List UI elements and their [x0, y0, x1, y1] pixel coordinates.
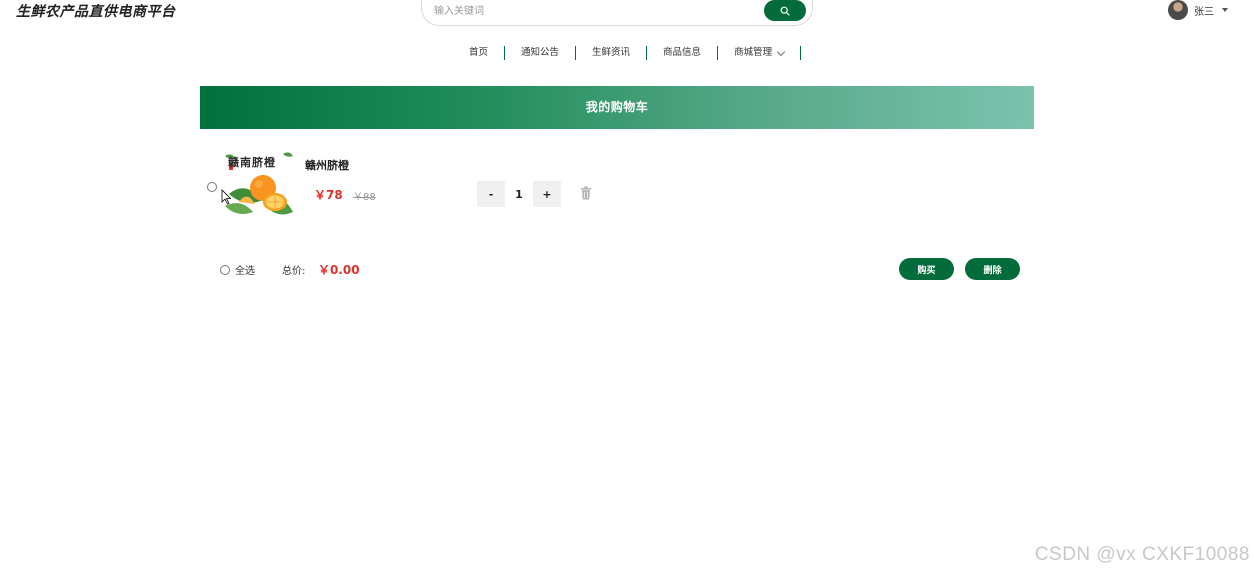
delete-button[interactable]: 删除 — [965, 258, 1020, 280]
cart-page: 生鲜农产品直供电商平台 张三 首页 通知公告 生鲜资讯 商品信息 商城管理 — [0, 0, 1254, 574]
product-name[interactable]: 赣州脐橙 — [305, 157, 349, 173]
quantity-stepper: - 1 + — [477, 181, 561, 207]
product-image-caption: 赣南脐橙 — [228, 156, 276, 169]
watermark: CSDN @vx CXKF10088 — [1034, 544, 1250, 565]
select-all-label: 全选 — [235, 266, 255, 277]
nav-item-label: 商品信息 — [663, 47, 702, 58]
increase-quantity-button[interactable]: + — [533, 181, 561, 207]
nav-item-home[interactable]: 首页 — [453, 46, 506, 60]
caret-down-icon — [1222, 8, 1228, 12]
nav-item-notices[interactable]: 通知公告 — [505, 46, 577, 60]
item-select-radio[interactable] — [207, 182, 217, 192]
avatar — [1168, 0, 1188, 20]
trash-icon[interactable] — [580, 186, 592, 200]
mouse-cursor-icon — [221, 189, 231, 205]
nav-item-mall-management[interactable]: 商城管理 — [718, 46, 802, 60]
search-bar — [421, 0, 813, 26]
nav-item-news[interactable]: 生鲜资讯 — [576, 46, 648, 60]
product-image[interactable]: 赣南脐橙 — [223, 150, 295, 222]
cart-title-banner: 我的购物车 — [200, 86, 1034, 129]
search-icon — [780, 6, 790, 16]
quantity-input[interactable]: 1 — [505, 181, 533, 207]
chevron-down-icon — [776, 47, 786, 56]
main-nav: 首页 通知公告 生鲜资讯 商品信息 商城管理 — [453, 46, 802, 60]
nav-item-label: 通知公告 — [521, 47, 560, 58]
nav-item-products[interactable]: 商品信息 — [647, 46, 719, 60]
nav-item-label: 首页 — [469, 47, 489, 58]
user-name: 张三 — [1194, 6, 1214, 18]
user-menu[interactable]: 张三 — [1168, 0, 1228, 20]
decrease-quantity-button[interactable]: - — [477, 181, 505, 207]
nav-item-label: 生鲜资讯 — [592, 47, 631, 58]
product-price: ￥78 — [314, 188, 343, 202]
search-input[interactable] — [434, 1, 754, 21]
site-brand[interactable]: 生鲜农产品直供电商平台 — [16, 1, 176, 21]
nav-item-label: 商城管理 — [734, 47, 773, 58]
buy-button[interactable]: 购买 — [899, 258, 954, 280]
select-all-radio[interactable] — [220, 264, 230, 275]
select-all-toggle[interactable]: 全选 — [220, 262, 255, 277]
search-button[interactable] — [764, 0, 806, 21]
total-label: 总价: — [282, 266, 306, 277]
product-original-price: ￥88 — [353, 192, 376, 203]
total-price: ￥0.00 — [318, 263, 360, 277]
